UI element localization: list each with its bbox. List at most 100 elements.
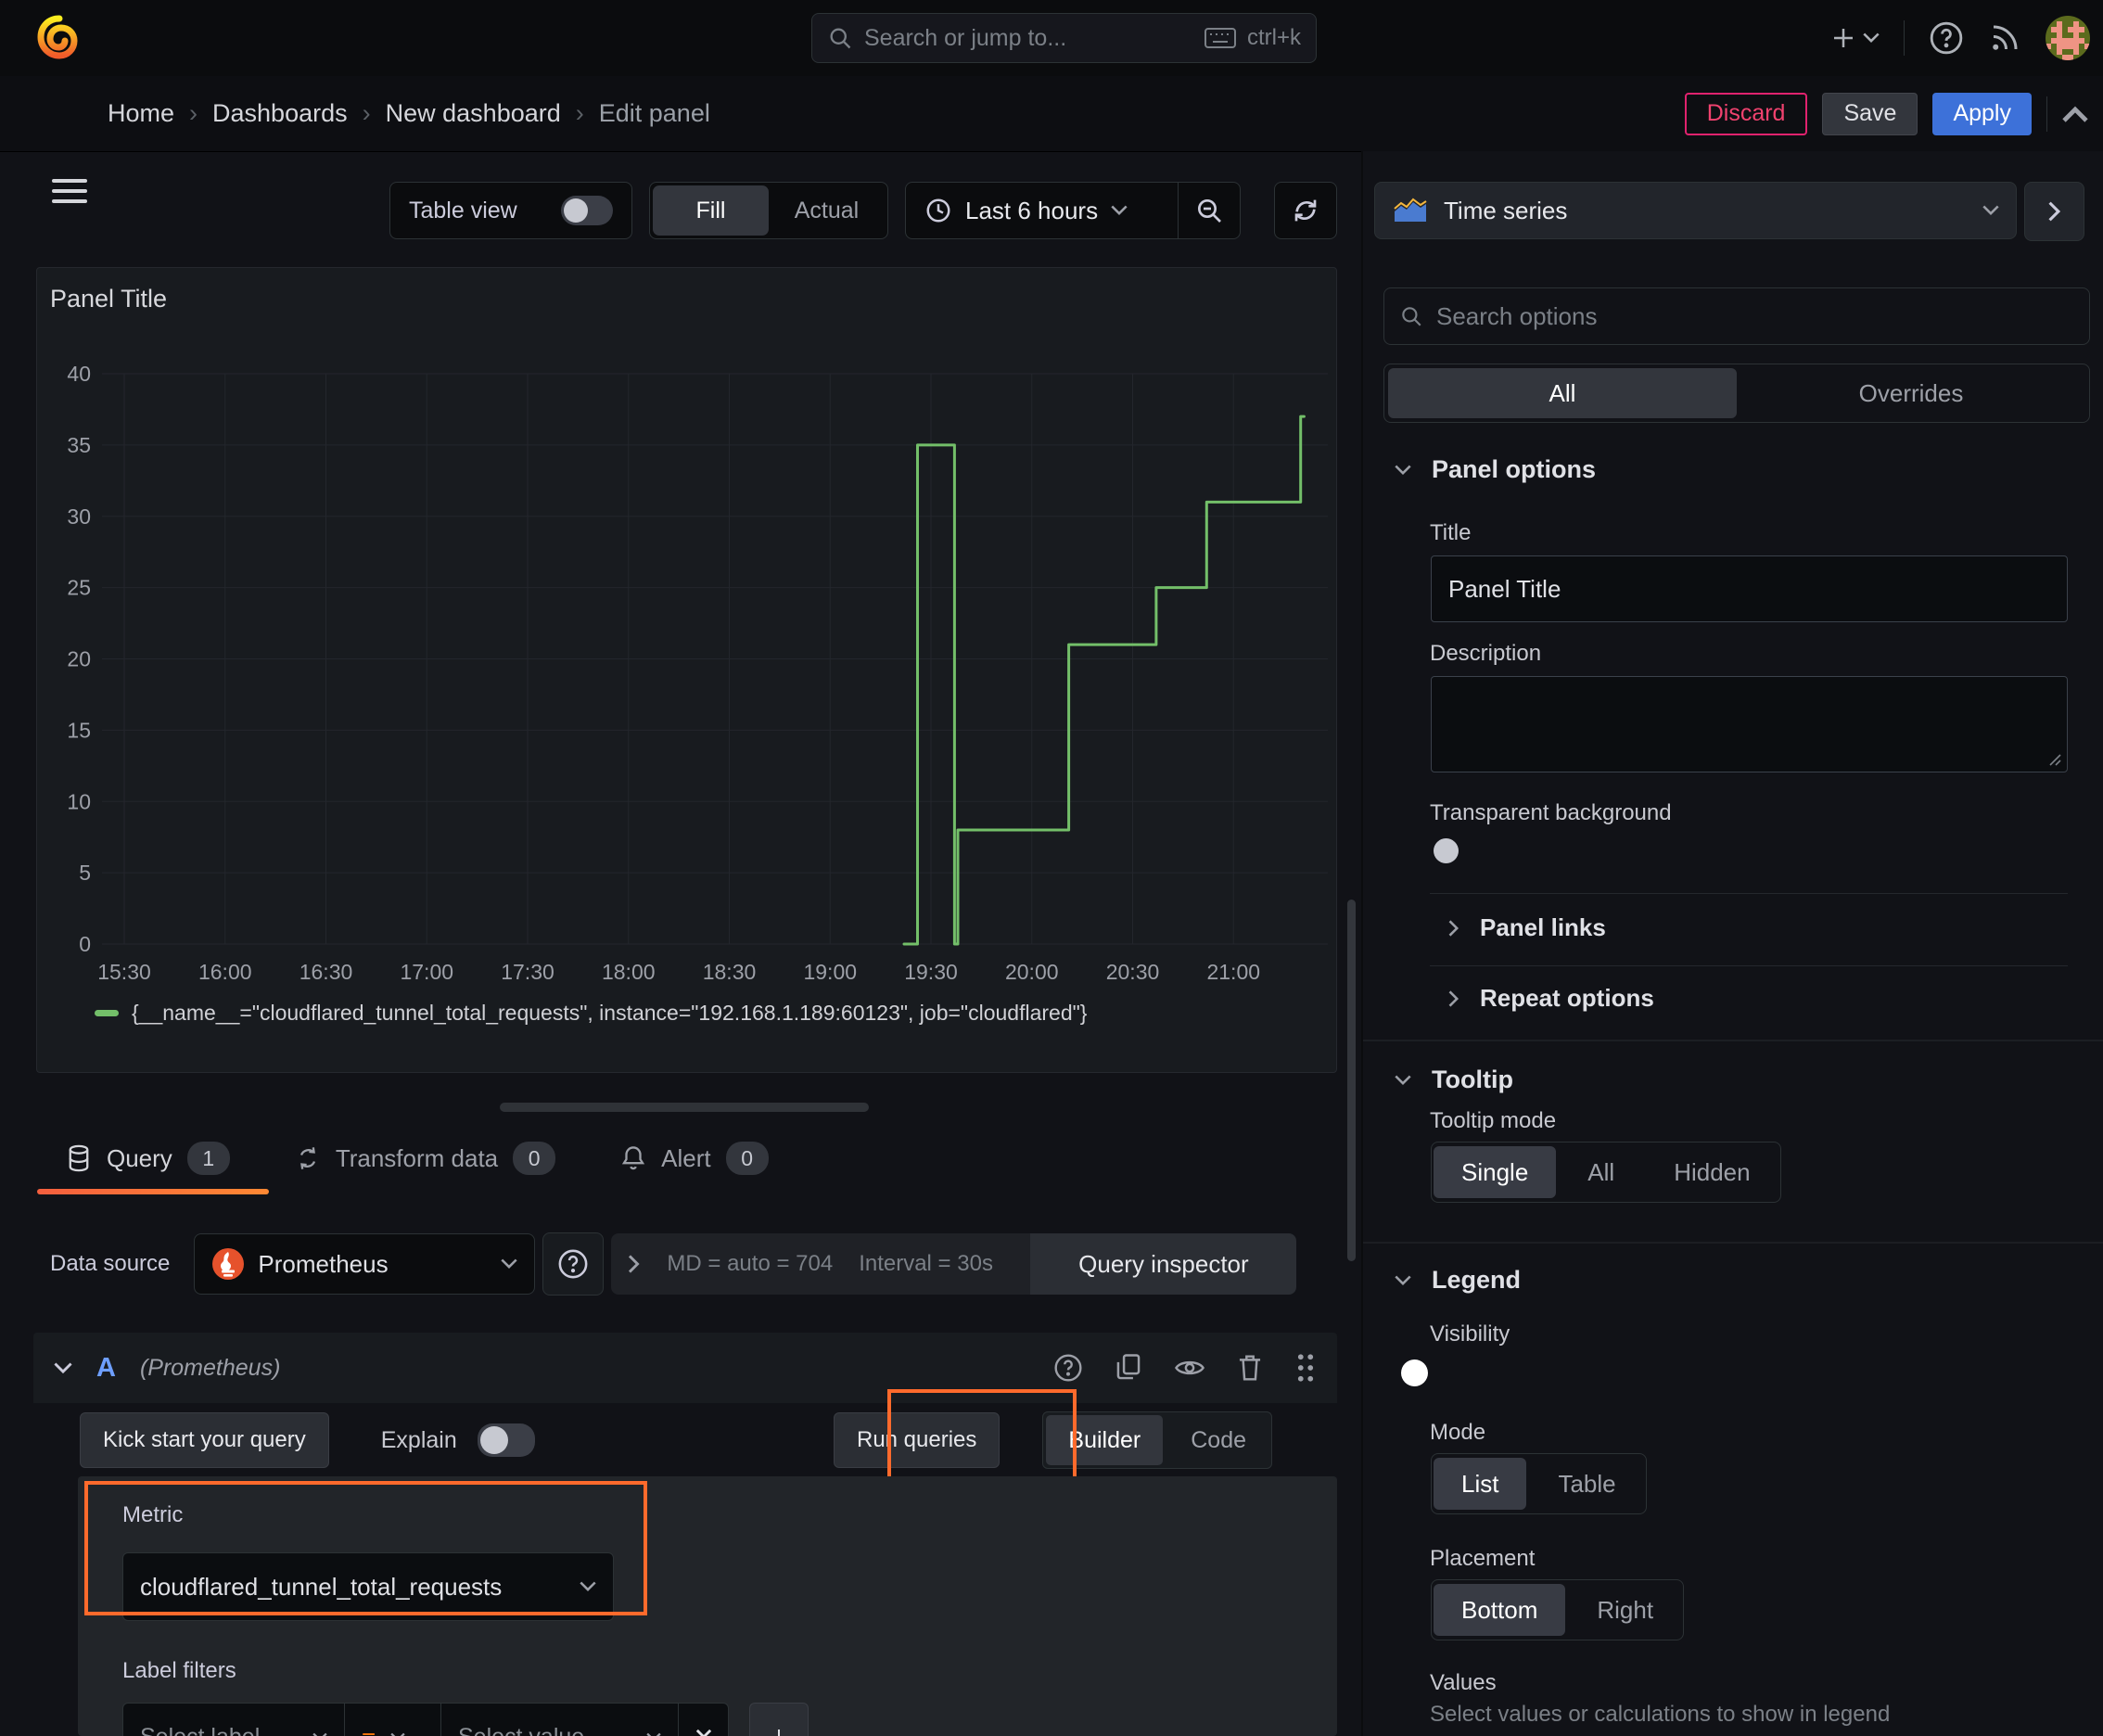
visualization-picker[interactable]: Time series [1374,182,2017,239]
drag-handle-icon[interactable] [1294,1352,1317,1384]
search-icon [827,25,853,51]
add-filter-button[interactable] [749,1703,809,1736]
apply-button[interactable]: Apply [1932,92,2032,135]
chevron-up-icon[interactable] [2062,106,2088,122]
vertical-scrollbar[interactable] [1347,900,1356,1261]
chevron-down-icon [54,1361,72,1374]
panel-options-section-header[interactable]: Panel options [1395,455,1596,484]
operator-dropdown[interactable]: = [345,1703,441,1736]
code-option[interactable]: Code [1168,1415,1268,1465]
legend-table-option[interactable]: Table [1530,1458,1643,1510]
search-shortcut-label: ctrl+k [1246,25,1301,50]
svg-text:18:30: 18:30 [703,960,757,984]
svg-text:25: 25 [67,576,91,600]
placement-right-option[interactable]: Right [1569,1584,1681,1636]
menu-toggle-icon[interactable] [52,179,87,203]
duplicate-query-icon[interactable] [1115,1353,1142,1383]
breadcrumb-home[interactable]: Home [108,99,174,128]
panel-options-header-label: Panel options [1432,455,1597,483]
chevron-down-icon [1111,205,1128,216]
tooltip-all-option[interactable]: All [1560,1146,1642,1198]
search-placeholder: Search or jump to... [864,24,1067,51]
tab-all[interactable]: All [1388,368,1737,418]
global-search-input[interactable]: Search or jump to... ctrl+k [811,13,1317,63]
query-help-icon[interactable] [1053,1353,1083,1383]
datasource-name: Prometheus [258,1249,389,1278]
legend-list-option[interactable]: List [1434,1458,1527,1510]
datasource-picker[interactable]: Prometheus [194,1233,536,1295]
actual-option[interactable]: Actual [769,185,885,236]
panel-title[interactable]: Panel Title [50,285,167,313]
user-avatar[interactable] [2046,16,2090,60]
visualization-name: Time series [1444,196,1568,224]
fill-actual-switch: Fill Actual [649,182,888,239]
kickstart-button[interactable]: Kick start your query [80,1412,329,1468]
resize-corner-icon[interactable] [2046,751,2061,766]
prometheus-icon [211,1247,245,1281]
title-input-value: Panel Title [1448,574,1561,603]
breadcrumb-dashboards[interactable]: Dashboards [212,99,348,128]
fill-option[interactable]: Fill [653,185,769,236]
timeseries-chart[interactable]: 0 5 10 15 20 25 30 35 40 15:30 16:00 16:30 17:00 17:3… [37,324,1336,1042]
series-label[interactable]: {__name__="cloudflared_tunnel_total_requ… [132,1001,1087,1026]
tooltip-mode-switch: Single All Hidden [1431,1142,1781,1203]
tooltip-hidden-option[interactable]: Hidden [1646,1146,1778,1198]
explain-toggle[interactable] [477,1423,535,1457]
tooltip-section-header[interactable]: Tooltip [1395,1066,1513,1094]
tooltip-single-option[interactable]: Single [1434,1146,1557,1198]
label-filters-label: Label filters [122,1658,236,1683]
tab-overrides[interactable]: Overrides [1737,368,2085,418]
delete-query-icon[interactable] [1237,1353,1263,1383]
title-input[interactable]: Panel Title [1431,555,2068,622]
select-label-dropdown[interactable]: Select label [122,1703,345,1736]
interval-label: Interval = 30s [859,1251,993,1276]
breadcrumb: Home › Dashboards › New dashboard › Edit… [108,76,710,151]
refresh-button[interactable] [1274,182,1337,239]
tab-alert[interactable]: Alert 0 [620,1122,769,1194]
repeat-options-section[interactable]: Repeat options [1448,984,1654,1013]
query-inspector-button[interactable]: Query inspector [1030,1233,1297,1295]
query-row-header[interactable]: A (Prometheus) [33,1333,1337,1403]
options-search-input[interactable]: Search options [1383,287,2090,345]
news-icon[interactable] [1988,21,2021,55]
time-range-picker[interactable]: Last 6 hours [906,197,1178,225]
toggle-visibility-icon[interactable] [1174,1356,1205,1380]
metric-select[interactable]: cloudflared_tunnel_total_requests [122,1552,614,1621]
svg-text:0: 0 [79,932,91,956]
active-tab-indicator [37,1189,269,1194]
refresh-icon [1291,196,1320,225]
legend-section-header[interactable]: Legend [1395,1266,1521,1295]
grafana-logo-icon[interactable] [37,15,82,59]
chevron-right-icon [628,1255,641,1273]
query-options-summary[interactable]: MD = auto = 704 Interval = 30s [611,1233,1031,1295]
datasource-help-button[interactable] [542,1232,605,1296]
legend-mode-label: Mode [1430,1420,1486,1445]
panel-links-section[interactable]: Panel links [1448,913,1606,942]
topbar-divider [1904,20,1905,56]
zoom-out-button[interactable] [1179,196,1240,225]
tab-transform-data[interactable]: Transform data 0 [295,1122,556,1194]
discard-button[interactable]: Discard [1684,92,1808,135]
select-value-dropdown[interactable]: Select value [441,1703,679,1736]
run-queries-button[interactable]: Run queries [833,1412,1001,1468]
description-textarea[interactable] [1431,676,2068,772]
help-icon[interactable] [1929,20,1964,56]
resize-handle[interactable] [500,1103,869,1112]
tab-query[interactable]: Query 1 [66,1122,230,1194]
placement-bottom-option[interactable]: Bottom [1434,1584,1566,1636]
collapse-pane-button[interactable] [2024,182,2084,241]
tab-transform-label: Transform data [335,1143,499,1172]
new-dashboard-button[interactable] [1829,24,1880,52]
builder-option[interactable]: Builder [1046,1415,1164,1465]
chart-legend: {__name__="cloudflared_tunnel_total_requ… [95,1001,1087,1026]
chevron-down-icon [501,1258,518,1270]
table-view-toggle[interactable] [561,196,613,225]
breadcrumb-new-dashboard[interactable]: New dashboard [386,99,561,128]
remove-filter-button[interactable] [679,1703,729,1736]
top-nav-bar: Search or jump to... ctrl+k [0,0,2103,77]
svg-text:40: 40 [67,362,91,386]
breadcrumb-bar: Home › Dashboards › New dashboard › Edit… [0,76,2103,203]
explain-label: Explain [380,1426,457,1453]
save-button[interactable]: Save [1822,92,1918,135]
time-range-control: Last 6 hours [905,182,1241,239]
